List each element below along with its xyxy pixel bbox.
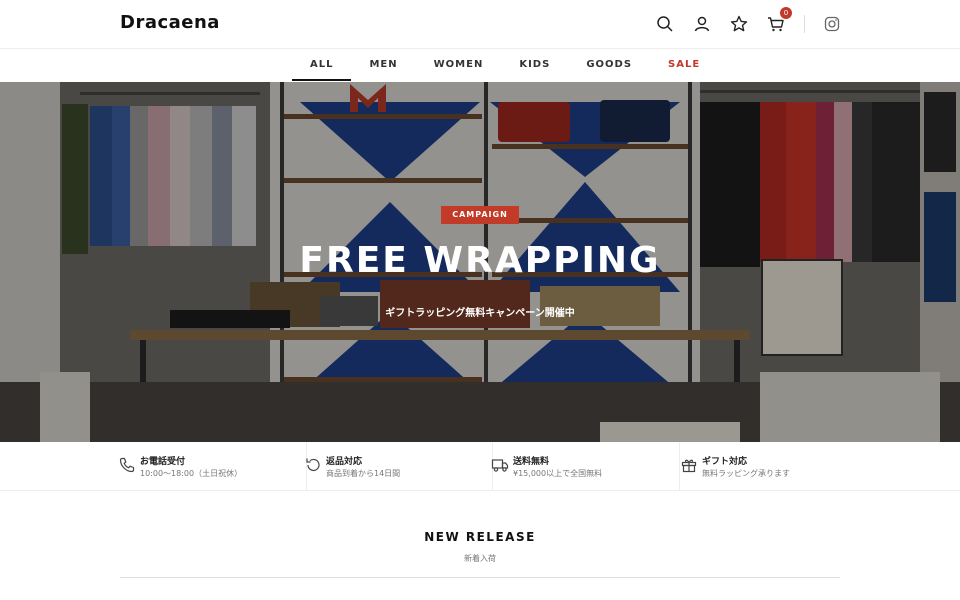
nav-item-goods[interactable]: GOODS xyxy=(568,49,650,81)
nav-item-kids[interactable]: KIDS xyxy=(501,49,568,81)
nav-item-all[interactable]: ALL xyxy=(292,49,352,81)
campaign-badge: CAMPAIGN xyxy=(441,206,519,224)
site-logo[interactable]: Dracaena xyxy=(120,12,220,33)
return-icon xyxy=(304,456,322,474)
service-features: お電話受付 10:00〜18:00（土日祝休） 返品対応 商品到着から14日間 … xyxy=(0,442,960,491)
feature-title: ギフト対応 xyxy=(702,457,748,467)
phone-icon xyxy=(118,456,136,474)
site-header: Dracaena 0 xyxy=(0,0,960,49)
header-icons: 0 xyxy=(638,7,842,34)
feature-returns: 返品対応 商品到着から14日間 xyxy=(304,442,493,490)
hero-title: FREE WRAPPING xyxy=(299,240,661,281)
feature-subtitle: ¥15,000以上で全国無料 xyxy=(513,469,603,478)
feature-title: お電話受付 xyxy=(140,457,186,467)
cart-icon[interactable]: 0 xyxy=(766,7,792,34)
section-subtitle: 新着入荷 xyxy=(464,554,496,563)
feature-gift: ギフト対応 無料ラッピング承ります xyxy=(680,442,868,490)
section-divider xyxy=(120,577,840,578)
feature-subtitle: 10:00〜18:00（土日祝休） xyxy=(140,469,243,478)
nav-item-men[interactable]: MEN xyxy=(351,49,415,81)
instagram-icon[interactable] xyxy=(822,14,842,34)
feature-shipping: 送料無料 ¥15,000以上で全国無料 xyxy=(491,442,680,490)
feature-subtitle: 商品到着から14日間 xyxy=(326,469,401,478)
gift-icon xyxy=(680,456,698,474)
hero-subtitle: ギフトラッピング無料キャンペーン開催中 xyxy=(385,308,575,319)
feature-subtitle: 無料ラッピング承ります xyxy=(702,469,790,478)
star-icon[interactable] xyxy=(729,14,749,34)
nav-item-women[interactable]: WOMEN xyxy=(416,49,502,81)
truck-icon xyxy=(491,456,509,474)
hero-banner[interactable]: CAMPAIGN FREE WRAPPING ギフトラッピング無料キャンペーン開… xyxy=(0,82,960,442)
cart-count-badge: 0 xyxy=(780,7,792,19)
nav-item-sale[interactable]: SALE xyxy=(650,49,718,81)
feature-title: 返品対応 xyxy=(326,457,363,467)
feature-title: 送料無料 xyxy=(513,457,550,467)
header-divider xyxy=(804,15,805,33)
section-title: NEW RELEASE xyxy=(424,530,536,544)
category-nav: ALL MEN WOMEN KIDS GOODS SALE xyxy=(0,49,960,81)
search-icon[interactable] xyxy=(655,14,675,34)
feature-phone: お電話受付 10:00〜18:00（土日祝休） xyxy=(118,442,307,490)
user-icon[interactable] xyxy=(692,14,712,34)
